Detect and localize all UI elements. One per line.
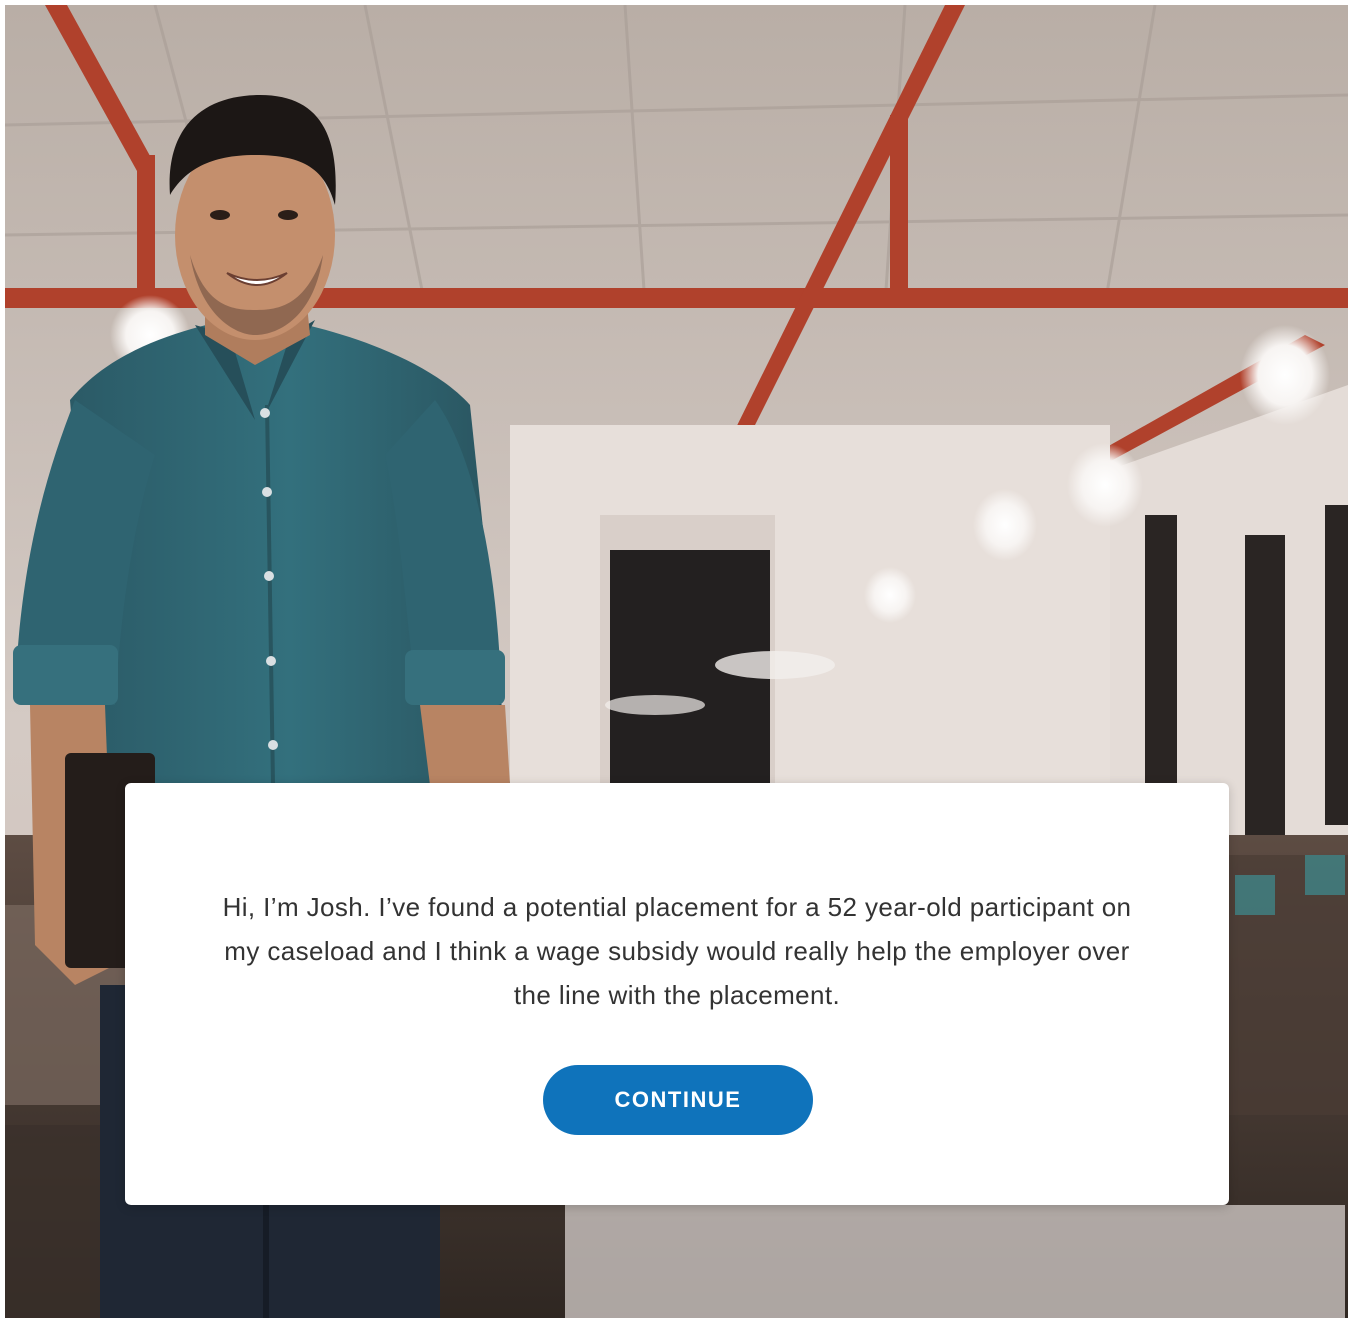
- dialog-message: Hi, I’m Josh. I’ve found a potential pla…: [222, 892, 1132, 1010]
- continue-button[interactable]: CONTINUE: [543, 1065, 813, 1135]
- dialog-card: Hi, I’m Josh. I’ve found a potential pla…: [125, 783, 1229, 1205]
- scene-frame: Hi, I’m Josh. I’ve found a potential pla…: [5, 5, 1348, 1318]
